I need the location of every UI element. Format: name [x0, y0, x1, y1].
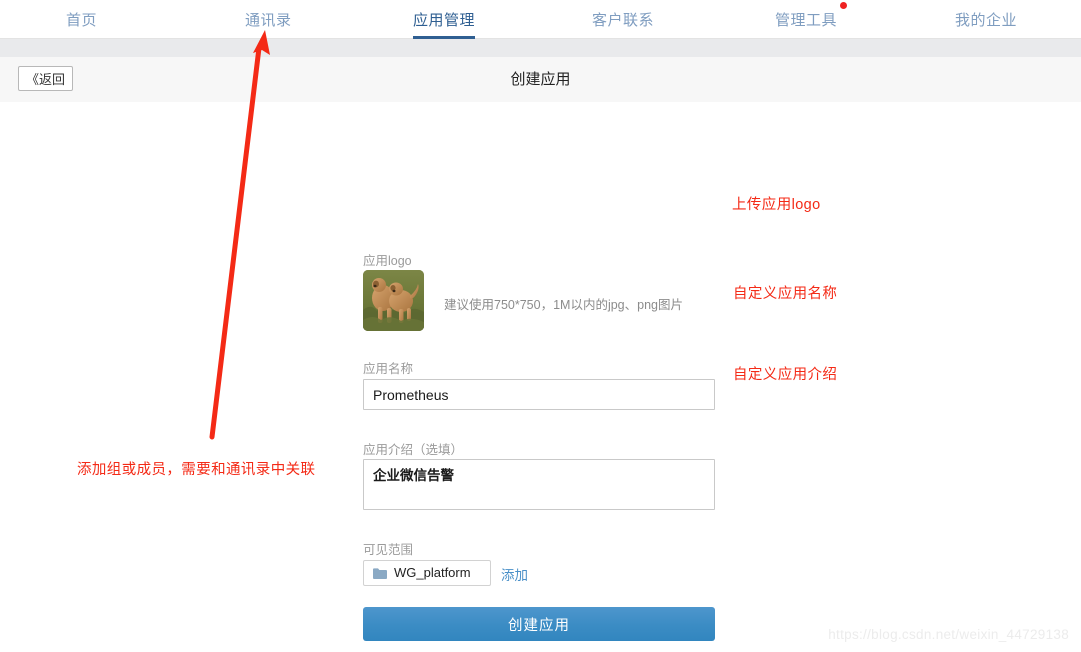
lion-cubs-photo-icon: [363, 270, 424, 331]
header-separator-strip: [0, 39, 1081, 57]
nav-item-label: 通讯录: [245, 12, 292, 29]
create-app-button[interactable]: 创建应用: [363, 607, 715, 641]
watermark-text: https://blog.csdn.net/weixin_44729138: [828, 627, 1069, 642]
visible-scope-chip[interactable]: WG_platform: [363, 560, 491, 586]
nav-item-customer-contact[interactable]: 客户联系: [592, 9, 654, 30]
folder-icon: [373, 568, 387, 579]
app-intro-label: 应用介绍（选填）: [363, 443, 464, 457]
notification-dot-icon: [840, 2, 848, 9]
annotation-add-group-or-member: 添加组或成员，需要和通讯录中关联: [77, 462, 316, 478]
app-logo-label: 应用logo: [363, 254, 412, 268]
app-logo-hint-text: 建议使用750*750，1M以内的jpg、png图片: [444, 298, 683, 312]
app-logo-thumbnail[interactable]: [363, 270, 424, 331]
app-name-label: 应用名称: [363, 362, 414, 376]
visible-scope-value: WG_platform: [394, 565, 471, 580]
visible-scope-label: 可见范围: [363, 543, 414, 557]
nav-item-my-enterprise[interactable]: 我的企业: [955, 9, 1017, 30]
annotation-custom-app-name: 自定义应用名称: [733, 286, 838, 302]
top-navigation-bar: 首页 通讯录 应用管理 客户联系 管理工具 我的企业: [0, 0, 1081, 39]
nav-item-label: 客户联系: [592, 12, 655, 29]
add-scope-link[interactable]: 添加: [501, 564, 528, 584]
annotation-upload-logo: 上传应用logo: [732, 197, 821, 213]
create-app-form: 应用logo 建议使用750*750，1M以内的jpg、png图片 应用名称 P…: [0, 102, 1081, 652]
nav-item-label: 首页: [66, 12, 98, 29]
nav-item-contacts[interactable]: 通讯录: [245, 9, 292, 30]
page-header-bar: 《返回 创建应用: [0, 57, 1081, 103]
nav-item-home[interactable]: 首页: [66, 9, 97, 30]
nav-item-label: 管理工具: [775, 12, 838, 29]
nav-item-label: 应用管理: [413, 12, 476, 29]
nav-item-label: 我的企业: [955, 12, 1018, 29]
app-intro-textarea[interactable]: [363, 459, 715, 510]
nav-item-app-management[interactable]: 应用管理: [413, 9, 476, 39]
nav-item-admin-tools[interactable]: 管理工具: [775, 2, 848, 30]
app-name-input[interactable]: [363, 379, 715, 410]
page-title: 创建应用: [510, 71, 571, 88]
annotation-custom-app-intro: 自定义应用介绍: [733, 367, 838, 383]
